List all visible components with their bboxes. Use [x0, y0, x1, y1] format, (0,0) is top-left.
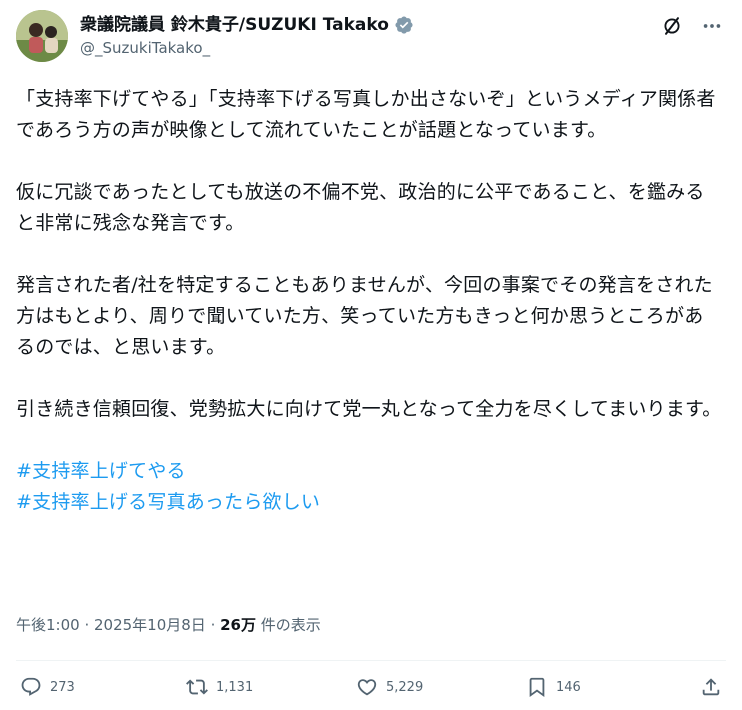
- tweet-paragraph: 「支持率下げてやる」「支持率下げる写真しか出さないぞ」というメディア関係者であろ…: [16, 88, 716, 141]
- tweet-date[interactable]: 2025年10月8日: [94, 616, 206, 634]
- share-icon: [702, 678, 720, 696]
- tweet: 衆議院議員 鈴木貴子/SUZUKI Takako @_SuzukiTakako_: [0, 0, 742, 710]
- retweet-button[interactable]: 1,131: [186, 676, 253, 698]
- views-count: 26万: [220, 616, 256, 634]
- author-display-name[interactable]: 衆議院議員 鈴木貴子/SUZUKI Takako: [80, 14, 389, 36]
- tweet-header: 衆議院議員 鈴木貴子/SUZUKI Takako @_SuzukiTakako_: [16, 8, 726, 68]
- heart-icon: [357, 679, 377, 696]
- views-label: 件の表示: [256, 616, 321, 634]
- hashtag-link[interactable]: #支持率上げる写真あったら欲しい: [16, 487, 722, 518]
- tweet-text: 「支持率下げてやる」「支持率下げる写真しか出さないぞ」というメディア関係者であろ…: [16, 84, 722, 518]
- reply-count: 273: [50, 679, 75, 695]
- grok-icon[interactable]: [660, 14, 684, 38]
- bookmark-icon: [529, 677, 545, 698]
- tweet-paragraph: 仮に冗談であったとしても放送の不偏不党、政治的に公平であること、を鑑みると非常に…: [16, 181, 705, 234]
- reply-icon: [21, 677, 41, 696]
- meta-separator: ·: [79, 616, 94, 634]
- action-bar: 273 1,131 5,229 146: [20, 676, 722, 704]
- reply-button[interactable]: 273: [20, 676, 75, 698]
- hashtag-list: #支持率上げてやる #支持率上げる写真あったら欲しい: [16, 456, 722, 518]
- author-block: 衆議院議員 鈴木貴子/SUZUKI Takako @_SuzukiTakako_: [80, 14, 414, 59]
- more-icon[interactable]: [700, 14, 724, 38]
- like-button[interactable]: 5,229: [356, 676, 423, 698]
- meta-separator: ·: [205, 616, 221, 634]
- verified-badge-icon: [394, 15, 414, 35]
- divider: [16, 660, 726, 661]
- author-handle[interactable]: @_SuzukiTakako_: [80, 37, 414, 59]
- hashtag-link[interactable]: #支持率上げてやる: [16, 456, 722, 487]
- author-name-row: 衆議院議員 鈴木貴子/SUZUKI Takako: [80, 14, 414, 36]
- share-button[interactable]: [700, 676, 722, 698]
- like-count: 5,229: [386, 679, 424, 695]
- avatar[interactable]: [16, 10, 68, 62]
- tweet-paragraph: 引き続き信頼回復、党勢拡大に向けて党一丸となって全力を尽くしてまいります。: [16, 398, 722, 420]
- bookmark-button[interactable]: 146: [526, 676, 581, 698]
- tweet-meta: 午後1:00 · 2025年10月8日 · 26万 件の表示: [16, 614, 321, 636]
- tweet-paragraph: 発言された者/社を特定することもありませんが、今回の事案でその発言をされた方はも…: [16, 274, 713, 358]
- retweet-icon: [186, 679, 208, 695]
- tweet-time[interactable]: 午後1:00: [16, 616, 80, 634]
- header-actions: [660, 14, 724, 38]
- retweet-count: 1,131: [216, 679, 254, 695]
- avatar-photo: [16, 10, 68, 62]
- bookmark-count: 146: [556, 679, 581, 695]
